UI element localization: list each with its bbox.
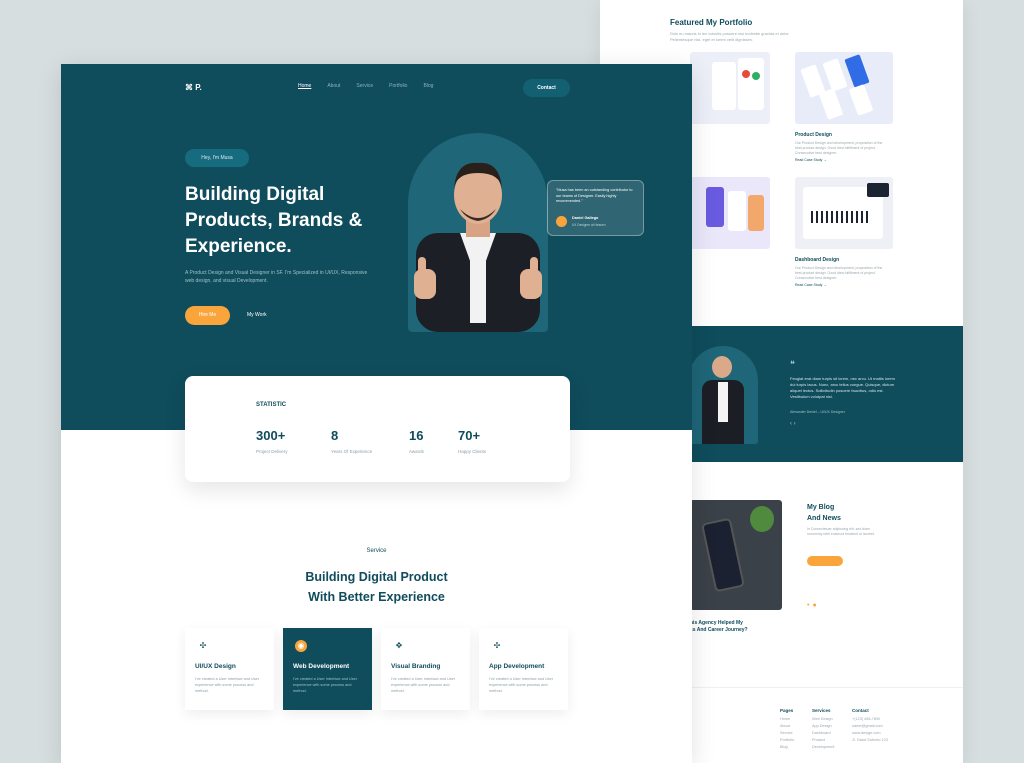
footer-col-services: Services Web Design App Design Dashboard… (812, 708, 835, 749)
blog-pagination-dots[interactable]: •● (807, 602, 820, 609)
service-card-uiux[interactable]: ✣ UI/UX Design I've created a User Inter… (185, 628, 274, 710)
contact-button[interactable]: Contact (523, 79, 570, 97)
service-text: I've created a User Interface and User e… (391, 677, 456, 693)
hero-headline: Building Digital Products, Brands & Expe… (185, 184, 363, 257)
testimonial-name: Alexander Deniel – UI/UX Designer (790, 410, 845, 414)
stat-years-experience: 8 Years Of Experience (331, 428, 373, 454)
reviewer-role: UX Designer at Heaven (572, 223, 606, 227)
portfolio-card-text: Our Product Design and development, prop… (795, 266, 883, 280)
statistic-card: STATISTIC 300+ Project Delivery 8 Years … (185, 376, 570, 482)
portfolio-shot-2 (795, 52, 893, 124)
service-title: App Development (489, 663, 545, 670)
reviewer-name: Daniel Gallego (572, 216, 599, 220)
portfolio-card-text: Our Product Design and development, prop… (795, 141, 883, 155)
greeting-badge: Hey, I'm Musa (185, 149, 249, 167)
branding-icon: ✥ (395, 641, 403, 650)
read-case-study-link[interactable]: Read Case Study → (795, 283, 827, 287)
blog-title: My Blog And News (807, 504, 841, 522)
quote-icon: ❝ (790, 360, 795, 370)
footer-col-pages: Pages Home About Service Portfolio Blog (780, 708, 794, 749)
portfolio-shot-3 (690, 177, 770, 249)
statistic-label: STATISTIC (256, 402, 287, 408)
portfolio-card-dashboard-design[interactable]: Dashboard Design Our Product Design and … (795, 177, 893, 297)
nav-about[interactable]: About (327, 83, 340, 89)
review-card: "Musa has been an outstanding contributo… (547, 180, 644, 236)
services-kicker: Service (366, 548, 387, 554)
app-icon: ✣ (493, 641, 501, 650)
front-page-preview: ⌘ P. Home About Service Portfolio Blog C… (61, 64, 692, 763)
portfolio-shot-1 (690, 52, 770, 124)
stat-happy-clients: 70+ Happy Clients (458, 428, 487, 454)
portfolio-card-product-design[interactable]: Product Design Our Product Design and de… (795, 52, 893, 172)
review-text: "Musa has been an outstanding contributo… (556, 188, 633, 203)
nav-home[interactable]: Home (298, 83, 311, 89)
service-card-web-development[interactable]: ◉ Web Development I've created a User In… (283, 628, 372, 710)
design-icon: ✣ (199, 641, 207, 650)
portfolio-title: Featured My Portfolio (670, 18, 753, 27)
stat-awards: 16 Awards (409, 428, 424, 454)
testimonial-photo-arch (688, 346, 758, 444)
logo[interactable]: ⌘ P. (185, 83, 202, 92)
service-title: Web Development (293, 663, 350, 670)
hero-intro: A Product Design and Visual Designer in … (185, 270, 368, 284)
portfolio-subtitle: Duis eu mauris in leo lobortis posuere n… (670, 31, 790, 42)
footer-col-contact: Contact +(123) 456-7890 name@gmail.com w… (852, 708, 888, 742)
stat-project-delivery: 300+ Project Delivery (256, 428, 288, 454)
reviewer-avatar (556, 216, 567, 227)
web-icon: ◉ (295, 640, 307, 652)
blog-post-title[interactable]: his Agency Helped My ss And Career Journ… (690, 620, 748, 634)
blog-button[interactable] (807, 556, 843, 566)
blog-image (690, 500, 782, 610)
hire-me-button[interactable]: Hire Me (185, 306, 230, 325)
read-case-study-link[interactable]: Read Case Study → (795, 158, 827, 162)
hero-portrait-arch (408, 133, 548, 332)
blog-subtitle: In Consectetuer adipiscing elit, sed dia… (807, 527, 875, 536)
nav-portfolio[interactable]: Portfolio (389, 83, 407, 89)
testimonial-arrows[interactable]: ‹ › (790, 421, 796, 427)
services-title: Building Digital Product With Better Exp… (305, 570, 448, 604)
portfolio-card-3[interactable] (690, 177, 770, 297)
portfolio-card-title: Product Design (795, 132, 832, 138)
testimonial-text: Feugiat erat diam turpis sit lorem, nec … (790, 376, 895, 399)
service-title: Visual Branding (391, 663, 441, 670)
service-card-app-development[interactable]: ✣ App Development I've created a User In… (479, 628, 568, 710)
portfolio-card-title: Dashboard Design (795, 257, 840, 263)
person-portrait (414, 162, 542, 332)
portfolio-shot-4 (795, 177, 893, 249)
nav-blog[interactable]: Blog (423, 83, 433, 89)
service-card-visual-branding[interactable]: ✥ Visual Branding I've created a User In… (381, 628, 470, 710)
service-text: I've created a User Interface and User e… (489, 677, 554, 693)
main-nav: Home About Service Portfolio Blog (298, 83, 433, 89)
nav-service[interactable]: Service (356, 83, 373, 89)
service-text: I've created a User Interface and User e… (293, 677, 358, 693)
my-work-button[interactable]: My Work (247, 306, 287, 325)
service-text: I've created a User Interface and User e… (195, 677, 260, 693)
portfolio-card-1[interactable] (690, 52, 770, 172)
service-title: UI/UX Design (195, 663, 236, 670)
